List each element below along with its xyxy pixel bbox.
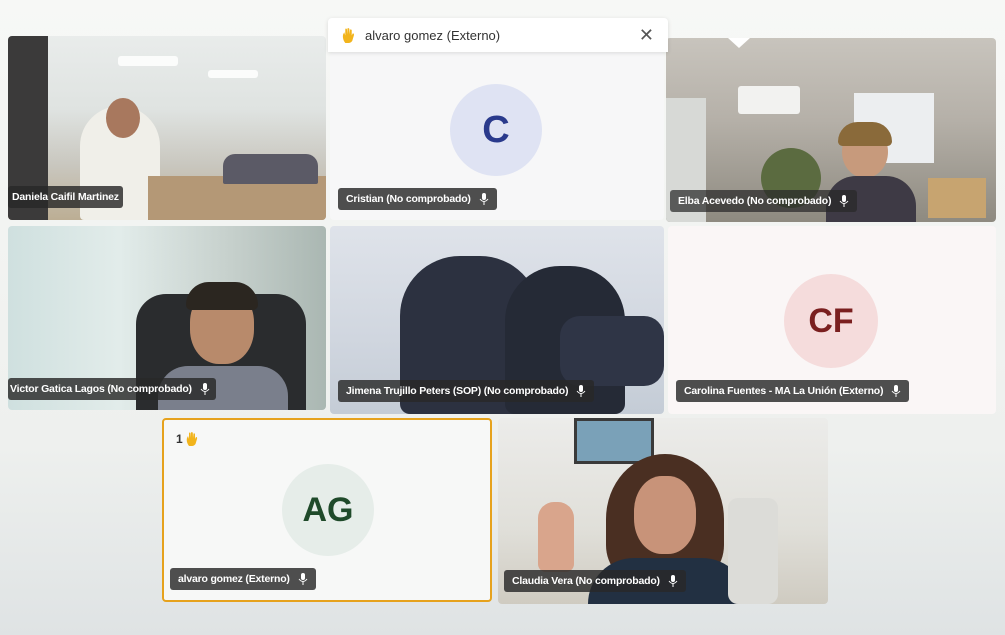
participant-name-label: Victor Gatica Lagos (No comprobado) (8, 378, 216, 400)
person-hair (186, 282, 258, 310)
participant-name-label: alvaro gomez (Externo) (170, 568, 316, 590)
person-head (634, 476, 696, 554)
air-conditioner (738, 86, 800, 114)
raised-hand-badge: 1 (176, 432, 198, 446)
mic-muted-icon (298, 573, 308, 585)
mic-muted-icon (479, 193, 489, 205)
participant-name-label: Daniela Caifil Martinez (8, 186, 123, 208)
participant-name-label: Jimena Trujillo Peters (SOP) (No comprob… (338, 380, 595, 402)
meeting-stage: Daniela Caifil Martinez C Cristian (No c… (0, 0, 1005, 635)
participant-name-label: Cristian (No comprobado) (338, 188, 497, 210)
coat-rack (728, 498, 778, 604)
ceiling-light (208, 70, 258, 78)
participant-name-label: Claudia Vera (No comprobado) (504, 570, 686, 592)
participant-name-label: Elba Acevedo (No comprobado) (670, 190, 858, 212)
participant-tile-cristian[interactable]: C Cristian (No comprobado) (330, 52, 664, 220)
avatar: C (450, 84, 542, 176)
video-tile-claudia[interactable]: Claudia Vera (No comprobado) (498, 418, 828, 604)
people-group (223, 154, 318, 184)
participant-tile-carolina[interactable]: CF Carolina Fuentes - MA La Unión (Exter… (668, 226, 996, 414)
person-hair (838, 122, 892, 146)
person-head (106, 98, 140, 138)
mic-muted-icon (576, 385, 586, 397)
ceiling-light (118, 56, 178, 66)
raised-hand-notification: alvaro gomez (Externo) ✕ (328, 18, 668, 52)
video-tile-daniela[interactable]: Daniela Caifil Martinez (8, 36, 326, 220)
mic-muted-icon (200, 383, 210, 395)
tooltip-caret (728, 38, 750, 48)
video-tile-elba[interactable]: Elba Acevedo (No comprobado) (666, 38, 996, 222)
notification-text: alvaro gomez (Externo) (365, 27, 501, 43)
raised-hand-icon (186, 432, 197, 446)
mic-muted-icon (839, 195, 849, 207)
participant-tile-alvaro[interactable]: 1 AG alvaro gomez (Externo) (162, 418, 492, 602)
participant-name-label: Carolina Fuentes - MA La Unión (Externo) (676, 380, 910, 402)
mic-muted-icon (668, 575, 678, 587)
mic-muted-icon (891, 385, 901, 397)
cabinet (928, 178, 986, 218)
avatar: AG (282, 464, 374, 556)
arm (560, 316, 664, 386)
raised-hand-icon (342, 27, 354, 43)
video-tile-victor[interactable]: Victor Gatica Lagos (No comprobado) (8, 226, 326, 410)
video-tile-jimena[interactable]: Jimena Trujillo Peters (SOP) (No comprob… (330, 226, 664, 414)
avatar: CF (784, 274, 878, 368)
close-icon[interactable]: ✕ (639, 26, 654, 44)
wall-picture (574, 418, 654, 464)
raised-hand (538, 502, 574, 572)
